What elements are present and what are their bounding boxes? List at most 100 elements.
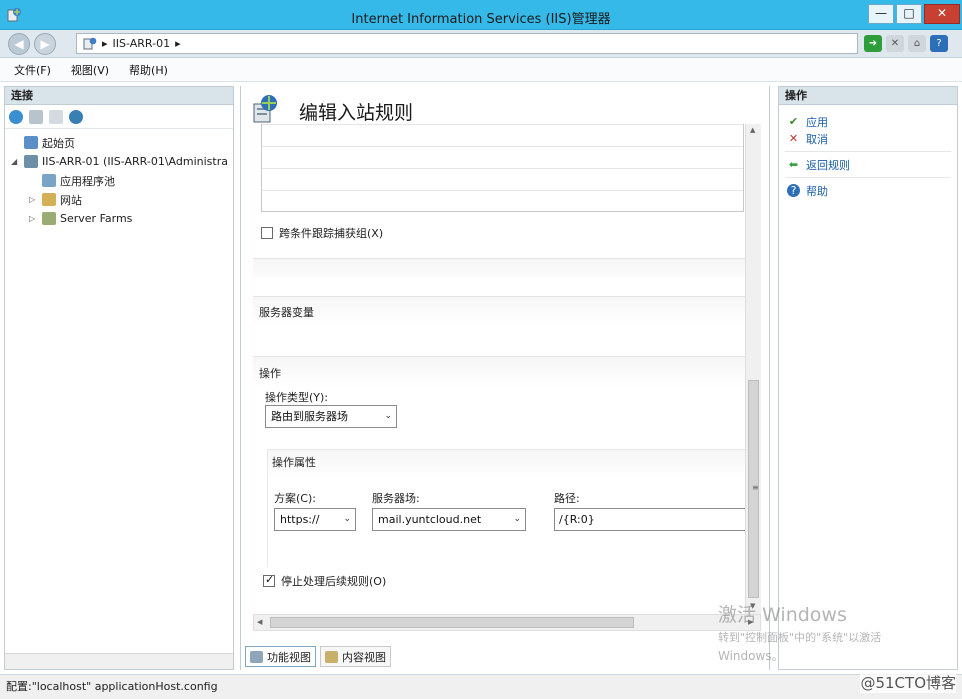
activation-watermark: 激活 Windows 转到"控制面板"中的"系统"以激活 Windows。 [718, 600, 881, 664]
expand-icon[interactable]: ▷ [29, 195, 38, 204]
vertical-scroll-thumb[interactable]: ≡ [748, 380, 759, 598]
content-view-icon [325, 650, 338, 663]
action-section: 操作 操作类型(Y): 路由到服务器场 ⌄ 操作属性 方案(C): https:… [253, 356, 748, 614]
up-icon[interactable] [49, 109, 63, 124]
rewrite-rule-icon [253, 95, 277, 123]
address-segment-server[interactable]: IIS-ARR-01 [113, 37, 171, 50]
minimize-button[interactable]: — [868, 4, 894, 24]
cancel-icon: ✕ [788, 132, 799, 145]
status-text: 配置:"localhost" applicationHost.config [6, 680, 218, 693]
view-tabs: 功能视图 内容视图 [245, 646, 391, 668]
connections-header: 连接 [5, 87, 233, 105]
tree-item-start-page[interactable]: 起始页 [5, 133, 233, 152]
rule-editor-content: 跨条件跟踪捕获组(X) 服务器变量 操作 操作类型(Y): 路由到服务器场 ⌄ … [253, 124, 748, 614]
tree-item-label: 起始页 [42, 136, 75, 150]
close-button[interactable]: ✕ [924, 4, 960, 24]
menu-bar: 文件(F) 视图(V) 帮助(H) [0, 58, 962, 82]
connections-panel: 连接 起始页 ◢ IIS-ARR-01 (IIS-ARR-01\Administ… [4, 86, 234, 670]
scheme-select[interactable]: https:// ⌄ [274, 508, 356, 531]
address-bar[interactable]: ▸ IIS-ARR-01 ▸ [76, 33, 858, 54]
vertical-scrollbar[interactable]: ▲ ≡ ▼ [745, 124, 761, 614]
go-icon[interactable]: ➜ [864, 35, 882, 52]
address-separator[interactable]: ▸ [175, 37, 181, 50]
chevron-down-icon: ⌄ [513, 514, 521, 524]
tab-features-view[interactable]: 功能视图 [245, 646, 316, 667]
features-view-icon [250, 650, 263, 663]
action-back-to-rules[interactable]: ⬅ 返回规则 [779, 154, 957, 175]
stop-processing-checkbox[interactable] [263, 573, 275, 587]
conditions-grid[interactable] [261, 124, 744, 212]
action-help[interactable]: ? 帮助 [779, 180, 957, 201]
window-title: Internet Information Services (IIS)管理器 [351, 12, 611, 27]
connections-toolbar [5, 105, 233, 129]
chevron-down-icon: ⌄ [384, 411, 392, 421]
scheme-value: https:// [280, 513, 320, 526]
scroll-up-icon[interactable]: ▲ [750, 126, 755, 134]
maximize-button[interactable]: □ [896, 4, 922, 24]
stop-processing-label: 停止处理后续规则(O) [281, 575, 387, 588]
help-icon[interactable]: ? [930, 35, 948, 52]
app-pool-icon [42, 174, 56, 187]
watermark-line: 转到"控制面板"中的"系统"以激活 [718, 631, 882, 644]
connect-icon[interactable] [9, 109, 23, 124]
path-input[interactable]: /{R:0} [554, 508, 746, 531]
server-farm-label: 服务器场: [372, 492, 420, 505]
page-title: 编辑入站规则 [299, 102, 414, 124]
menu-view[interactable]: 视图(V) [71, 62, 109, 78]
menu-file[interactable]: 文件(F) [14, 62, 51, 78]
horizontal-scrollbar[interactable]: ◀ ▶ [253, 614, 761, 631]
apply-icon: ✔ [788, 115, 799, 128]
tab-content-view[interactable]: 内容视图 [320, 646, 391, 667]
stop-icon[interactable]: ✕ [886, 35, 904, 52]
save-icon[interactable] [29, 109, 43, 124]
divider [785, 151, 951, 152]
tree-item-app-pools[interactable]: 应用程序池 [5, 171, 233, 190]
stop-processing-option[interactable]: 停止处理后续规则(O) [263, 573, 386, 589]
action-cancel[interactable]: ✕ 取消 [779, 128, 957, 149]
expand-icon[interactable]: ▷ [29, 214, 38, 223]
action-label: 返回规则 [806, 158, 850, 172]
server-variables-section[interactable]: 服务器变量 [253, 296, 748, 346]
status-bar: 配置:"localhost" applicationHost.config [0, 674, 962, 699]
tree-item-server-farms[interactable]: ▷ Server Farms [5, 209, 233, 228]
address-separator[interactable]: ▸ [102, 37, 108, 50]
track-captures-option[interactable]: 跨条件跟踪捕获组(X) [261, 225, 383, 241]
server-farm-select[interactable]: mail.yuntcloud.net ⌄ [372, 508, 526, 531]
sites-icon [42, 193, 56, 206]
tree-item-label: 应用程序池 [60, 174, 115, 188]
menu-help[interactable]: 帮助(H) [129, 62, 168, 78]
connections-horizontal-scrollbar[interactable] [5, 653, 233, 669]
action-header: 操作 [259, 367, 281, 380]
path-label: 路径: [554, 492, 580, 505]
scroll-left-icon[interactable]: ◀ [257, 618, 262, 626]
collapse-icon[interactable]: ◢ [11, 157, 20, 166]
scheme-label: 方案(C): [274, 492, 316, 505]
tab-label: 功能视图 [267, 650, 311, 664]
server-variables-header: 服务器变量 [259, 306, 314, 319]
navigation-bar: ◀ ▶ ▸ IIS-ARR-01 ▸ ➜ ✕ ⌂ ? [0, 30, 962, 58]
divider [785, 177, 951, 178]
track-captures-label: 跨条件跟踪捕获组(X) [279, 227, 384, 240]
tab-label: 内容视图 [342, 650, 386, 664]
action-properties-header: 操作属性 [272, 456, 316, 469]
navigation-tools: ➜ ✕ ⌂ ? [864, 35, 948, 52]
watermark-line: Windows。 [718, 649, 784, 663]
tree-item-server[interactable]: ◢ IIS-ARR-01 (IIS-ARR-01\Administra [5, 152, 233, 171]
action-type-label: 操作类型(Y): [265, 391, 329, 404]
back-button[interactable]: ◀ [8, 33, 30, 55]
watermark-line: 激活 Windows [718, 604, 847, 626]
divider [253, 258, 748, 278]
action-type-value: 路由到服务器场 [271, 410, 348, 423]
refresh-connections-icon[interactable] [69, 109, 83, 124]
track-captures-checkbox[interactable] [261, 227, 273, 239]
tree-item-sites[interactable]: ▷ 网站 [5, 190, 233, 209]
title-bar: Internet Information Services (IIS)管理器 —… [0, 0, 962, 30]
server-farms-icon [42, 212, 56, 225]
forward-button[interactable]: ▶ [34, 33, 56, 55]
server-icon [83, 37, 97, 50]
home-icon[interactable]: ⌂ [908, 35, 926, 52]
help-icon: ? [787, 184, 800, 197]
horizontal-scroll-thumb[interactable] [270, 617, 634, 628]
action-properties-group: 操作属性 方案(C): https:// ⌄ 服务器场: mail.yuntcl… [267, 449, 748, 567]
action-type-select[interactable]: 路由到服务器场 ⌄ [265, 405, 397, 428]
